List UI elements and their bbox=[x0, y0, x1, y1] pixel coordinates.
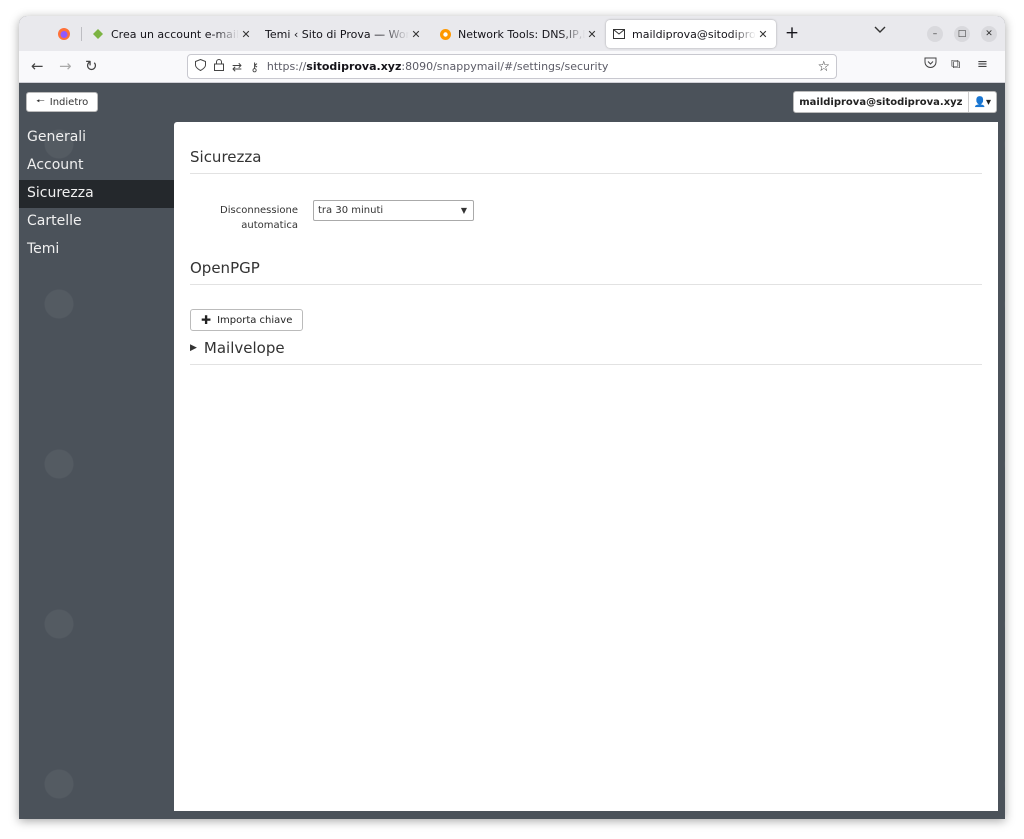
openpgp-title: OpenPGP bbox=[190, 247, 982, 285]
tab-cpanel[interactable]: Crea un account e-mail - cPanel ✕ bbox=[91, 20, 253, 48]
triangle-right-icon: ▶ bbox=[190, 343, 197, 353]
account-menu-button[interactable]: maildiprova@sitodiprova.xyz 👤▾ bbox=[793, 91, 997, 113]
back-arrow-icon[interactable]: ← bbox=[31, 57, 44, 75]
network-tools-icon bbox=[438, 27, 452, 41]
tab-list-chevron-icon[interactable] bbox=[874, 26, 886, 37]
pocket-icon[interactable] bbox=[924, 57, 937, 73]
security-title: Sicurezza bbox=[190, 122, 982, 174]
tab-label: Temi ‹ Sito di Prova — WordPress bbox=[265, 27, 409, 41]
firefox-icon bbox=[57, 27, 71, 41]
autologout-value: tra 30 minuti bbox=[318, 205, 384, 216]
tab-label: maildiprova@sitodiprova.xyz bbox=[632, 27, 756, 41]
url-bar[interactable]: ⇄ ⚷ https://sitodiprova.xyz:8090/snappym… bbox=[187, 54, 837, 79]
snappymail-app: 🠔 Indietro maildiprova@sitodiprova.xyz 👤… bbox=[19, 84, 1005, 819]
account-email: maildiprova@sitodiprova.xyz bbox=[794, 92, 969, 112]
menu-item-temi[interactable]: Temi bbox=[19, 236, 174, 264]
minimize-button[interactable]: – bbox=[927, 26, 943, 42]
arrow-left-icon: 🠔 bbox=[36, 95, 45, 107]
forward-arrow-icon[interactable]: → bbox=[59, 57, 72, 75]
user-dropdown-icon[interactable]: 👤▾ bbox=[969, 97, 996, 108]
maximize-button[interactable]: □ bbox=[954, 26, 970, 42]
tab-snappymail[interactable]: maildiprova@sitodiprova.xyz ✕ bbox=[606, 20, 776, 48]
key-icon[interactable]: ⚷ bbox=[250, 60, 259, 74]
lock-icon[interactable] bbox=[214, 59, 224, 74]
cpanel-icon bbox=[91, 27, 105, 41]
mailvelope-label: Mailvelope bbox=[203, 339, 285, 357]
reload-icon[interactable]: ↻ bbox=[85, 57, 98, 75]
firefox-view-button[interactable] bbox=[57, 20, 77, 48]
import-key-label: Importa chiave bbox=[217, 314, 293, 326]
browser-window: Crea un account e-mail - cPanel ✕ Temi ‹… bbox=[19, 16, 1005, 819]
tab-bar: Crea un account e-mail - cPanel ✕ Temi ‹… bbox=[19, 16, 1005, 51]
navigation-bar: ← → ↻ ⇄ ⚷ https://sitodiprova.xyz:8090/s… bbox=[19, 51, 1005, 83]
autologout-select[interactable]: tra 30 minuti ▼ bbox=[313, 200, 474, 221]
menu-icon[interactable]: ≡ bbox=[977, 57, 988, 72]
mail-icon bbox=[612, 27, 626, 41]
close-tab-icon[interactable]: ✕ bbox=[585, 28, 599, 41]
tab-label: Crea un account e-mail - cPanel bbox=[111, 27, 239, 41]
permissions-icon[interactable]: ⇄ bbox=[232, 60, 242, 74]
menu-item-sicurezza[interactable]: Sicurezza bbox=[19, 180, 174, 208]
autologout-row: Disconnessione automatica tra 30 minuti … bbox=[190, 200, 982, 233]
autologout-label: Disconnessione automatica bbox=[220, 205, 298, 231]
tab-network-tools[interactable]: Network Tools: DNS,IP,Email ✕ bbox=[438, 20, 599, 48]
tab-label: Network Tools: DNS,IP,Email bbox=[458, 27, 585, 41]
import-key-button[interactable]: ✚ Importa chiave bbox=[190, 309, 304, 331]
close-tab-icon[interactable]: ✕ bbox=[756, 28, 770, 41]
new-tab-button[interactable]: + bbox=[783, 24, 801, 42]
shield-icon bbox=[195, 58, 206, 74]
extensions-icon[interactable]: ⧉ bbox=[951, 57, 960, 72]
settings-menu: Generali Account Sicurezza Cartelle Temi bbox=[19, 124, 174, 264]
dropdown-arrow-icon: ▼ bbox=[460, 206, 467, 215]
mailvelope-toggle[interactable]: ▶ Mailvelope bbox=[190, 339, 982, 365]
back-button-label: Indietro bbox=[49, 96, 89, 108]
back-button[interactable]: 🠔 Indietro bbox=[26, 92, 99, 112]
close-window-button[interactable]: ✕ bbox=[981, 26, 997, 42]
menu-item-account[interactable]: Account bbox=[19, 152, 174, 180]
url-text: https://sitodiprova.xyz:8090/snappymail/… bbox=[266, 60, 609, 73]
close-tab-icon[interactable]: ✕ bbox=[409, 28, 423, 41]
plus-icon: ✚ bbox=[201, 313, 212, 327]
bookmark-star-icon[interactable]: ☆ bbox=[817, 59, 830, 75]
close-tab-icon[interactable]: ✕ bbox=[239, 28, 253, 41]
menu-item-cartelle[interactable]: Cartelle bbox=[19, 208, 174, 236]
menu-item-generali[interactable]: Generali bbox=[19, 124, 174, 152]
settings-content: Sicurezza Disconnessione automatica tra … bbox=[174, 122, 998, 811]
tab-wordpress[interactable]: Temi ‹ Sito di Prova — WordPress ✕ bbox=[265, 20, 423, 48]
